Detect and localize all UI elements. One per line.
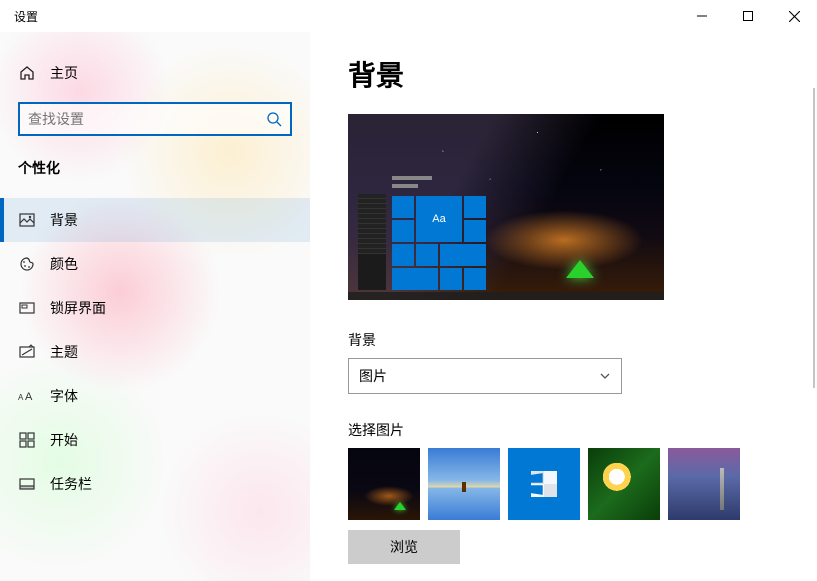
search-icon <box>266 111 282 127</box>
nav-label: 字体 <box>50 386 78 406</box>
minimize-icon <box>697 11 707 21</box>
nav-label: 颜色 <box>50 254 78 274</box>
settings-window: 设置 主页 <box>0 0 817 581</box>
minimize-button[interactable] <box>679 0 725 32</box>
wallpaper-thumb-2[interactable] <box>428 448 500 520</box>
maximize-icon <box>743 11 753 21</box>
scrollbar[interactable] <box>813 88 815 388</box>
start-icon <box>18 432 36 448</box>
preview-start-list <box>358 194 386 290</box>
window-body: 主页 个性化 背景 <box>0 32 817 581</box>
nav-item-background[interactable]: 背景 <box>0 198 310 242</box>
wallpaper-thumb-3[interactable] <box>508 448 580 520</box>
palette-icon <box>18 256 36 272</box>
nav-label: 开始 <box>50 430 78 450</box>
home-label: 主页 <box>50 63 78 83</box>
taskbar-icon <box>18 476 36 492</box>
content-pane: 背景 Aa <box>310 32 817 581</box>
category-label: 个性化 <box>0 148 310 186</box>
nav-item-themes[interactable]: 主题 <box>0 330 310 374</box>
search-input[interactable] <box>28 111 266 127</box>
search-box[interactable] <box>18 102 292 136</box>
nav-item-lockscreen[interactable]: 锁屏界面 <box>0 286 310 330</box>
nav-label: 主题 <box>50 342 78 362</box>
wallpaper-thumb-4[interactable] <box>588 448 660 520</box>
close-button[interactable] <box>771 0 817 32</box>
titlebar: 设置 <box>0 0 817 32</box>
search-container <box>18 102 292 136</box>
nav-list: 背景 颜色 锁屏界面 <box>0 198 310 506</box>
preview-sample-text: Aa <box>416 196 462 242</box>
nav-label: 锁屏界面 <box>50 298 106 318</box>
svg-text:A: A <box>25 391 33 403</box>
desktop-preview: Aa <box>348 114 664 300</box>
home-icon <box>18 65 36 81</box>
preview-taskbar <box>348 292 664 300</box>
wallpaper-thumb-1[interactable] <box>348 448 420 520</box>
sidebar: 主页 个性化 背景 <box>0 32 310 581</box>
window-title: 设置 <box>0 8 38 25</box>
nav-item-start[interactable]: 开始 <box>0 418 310 462</box>
picture-thumbnails <box>348 448 817 520</box>
background-type-dropdown[interactable]: 图片 <box>348 358 622 394</box>
close-icon <box>789 11 800 22</box>
choose-picture-label: 选择图片 <box>348 420 817 440</box>
window-controls <box>679 0 817 32</box>
theme-icon <box>18 344 36 360</box>
nav-item-taskbar[interactable]: 任务栏 <box>0 462 310 506</box>
lockscreen-icon <box>18 300 36 316</box>
home-link[interactable]: 主页 <box>0 54 310 92</box>
chevron-down-icon <box>599 370 611 382</box>
picture-icon <box>18 212 36 228</box>
svg-text:A: A <box>18 393 24 402</box>
background-label: 背景 <box>348 330 817 350</box>
nav-label: 背景 <box>50 210 78 230</box>
font-icon: AA <box>18 389 36 403</box>
nav-item-fonts[interactable]: AA 字体 <box>0 374 310 418</box>
browse-label: 浏览 <box>390 537 418 557</box>
preview-start-tiles: Aa <box>392 196 486 290</box>
nav-label: 任务栏 <box>50 474 92 494</box>
wallpaper-thumb-5[interactable] <box>668 448 740 520</box>
dropdown-value: 图片 <box>359 366 387 386</box>
browse-button[interactable]: 浏览 <box>348 530 460 564</box>
page-heading: 背景 <box>348 54 817 94</box>
maximize-button[interactable] <box>725 0 771 32</box>
nav-item-colors[interactable]: 颜色 <box>0 242 310 286</box>
